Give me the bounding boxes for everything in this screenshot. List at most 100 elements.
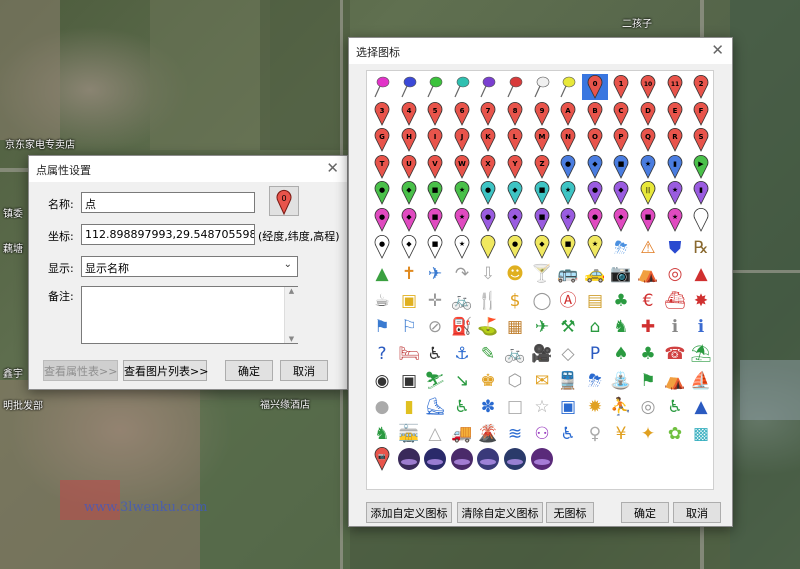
- icon-option[interactable]: ⬡: [502, 367, 528, 393]
- icon-option[interactable]: ⚓: [449, 340, 475, 366]
- icon-option[interactable]: ♿: [449, 393, 475, 419]
- icon-option[interactable]: ▲: [369, 260, 395, 286]
- icon-option[interactable]: ◆: [608, 180, 634, 206]
- icon-option[interactable]: ◆: [608, 207, 634, 233]
- icon-option[interactable]: ■: [608, 154, 634, 180]
- note-textarea[interactable]: [81, 286, 298, 344]
- icon-option[interactable]: ♚: [475, 367, 501, 393]
- icon-option[interactable]: K: [475, 127, 501, 153]
- icon-option[interactable]: [529, 446, 555, 472]
- dialog-titlebar[interactable]: 选择图标 ✕: [349, 38, 732, 64]
- icon-option[interactable]: ♞: [369, 420, 395, 446]
- icon-option[interactable]: ⛲: [608, 367, 634, 393]
- icon-option[interactable]: ≋: [502, 420, 528, 446]
- icon-option[interactable]: 🚌: [555, 260, 581, 286]
- icon-option[interactable]: [422, 446, 448, 472]
- icon-option[interactable]: ◆: [396, 207, 422, 233]
- icon-option[interactable]: ☻: [502, 260, 528, 286]
- close-icon[interactable]: ✕: [711, 41, 724, 59]
- icon-option[interactable]: S: [688, 127, 713, 153]
- icon-option[interactable]: ⛊: [662, 234, 688, 260]
- icon-option[interactable]: ▣: [396, 287, 422, 313]
- icon-option[interactable]: 🚲: [502, 340, 528, 366]
- icon-option[interactable]: ♿: [555, 420, 581, 446]
- icon-option[interactable]: ●: [582, 180, 608, 206]
- icon-option[interactable]: ℹ: [688, 313, 713, 339]
- icon-option[interactable]: ◇: [555, 340, 581, 366]
- icon-option[interactable]: ▣: [396, 367, 422, 393]
- icon-option[interactable]: ⚇: [529, 420, 555, 446]
- icon-option[interactable]: ●: [475, 207, 501, 233]
- icon-option[interactable]: ★: [662, 207, 688, 233]
- icon-option[interactable]: ⛴: [662, 287, 688, 313]
- icon-option[interactable]: ●: [369, 393, 395, 419]
- name-field[interactable]: 点: [81, 192, 255, 213]
- icon-option[interactable]: ▦: [502, 313, 528, 339]
- icon-option[interactable]: ■: [422, 234, 448, 260]
- icon-option[interactable]: Q: [635, 127, 661, 153]
- icon-option[interactable]: ⛈: [582, 367, 608, 393]
- note-scrollbar[interactable]: ▲ ▼: [284, 287, 298, 343]
- icon-option[interactable]: 5: [422, 101, 448, 127]
- clear-custom-icon-button[interactable]: 清除自定义图标: [457, 502, 543, 523]
- icon-option[interactable]: 🍴: [475, 287, 501, 313]
- icon-option[interactable]: ⚑: [635, 367, 661, 393]
- icon-option[interactable]: 🚲: [449, 287, 475, 313]
- icon-option[interactable]: [555, 74, 581, 100]
- icon-option[interactable]: □: [502, 393, 528, 419]
- icon-option[interactable]: 7: [475, 101, 501, 127]
- icon-option[interactable]: ⚐: [396, 313, 422, 339]
- icon-option[interactable]: ♠: [608, 340, 634, 366]
- icon-option[interactable]: ⛸: [422, 393, 448, 419]
- icon-option[interactable]: P: [608, 127, 634, 153]
- icon-option[interactable]: 🚆: [555, 367, 581, 393]
- icon-option[interactable]: ◯: [529, 287, 555, 313]
- icon-option[interactable]: ▲: [688, 393, 713, 419]
- icon-option[interactable]: ⛱: [688, 340, 713, 366]
- icon-option[interactable]: ▤: [582, 287, 608, 313]
- cancel-button[interactable]: 取消: [673, 502, 721, 523]
- icon-option[interactable]: [502, 446, 528, 472]
- icon-option[interactable]: 🎥: [529, 340, 555, 366]
- coordinate-field[interactable]: 112.898897993,29.548705598,31.516: [81, 224, 255, 245]
- icon-option[interactable]: N: [555, 127, 581, 153]
- icon-option[interactable]: ⚒: [555, 313, 581, 339]
- icon-option[interactable]: ★: [555, 207, 581, 233]
- icon-option[interactable]: 🛏: [396, 340, 422, 366]
- icon-option[interactable]: ★: [555, 180, 581, 206]
- icon-option[interactable]: ★: [662, 180, 688, 206]
- icon-option[interactable]: B: [582, 101, 608, 127]
- icon-option[interactable]: ♀: [582, 420, 608, 446]
- icon-option[interactable]: E: [662, 101, 688, 127]
- icon-option[interactable]: 2: [688, 74, 713, 100]
- icon-option[interactable]: Ⓐ: [555, 287, 581, 313]
- icon-option[interactable]: ●: [475, 180, 501, 206]
- icon-option[interactable]: L: [502, 127, 528, 153]
- icon-option[interactable]: ⇩: [475, 260, 501, 286]
- icon-option[interactable]: ▩: [688, 420, 713, 446]
- icon-option[interactable]: ⚠: [635, 234, 661, 260]
- icon-option[interactable]: ✎: [475, 340, 501, 366]
- icon-option[interactable]: [475, 74, 501, 100]
- icon-option[interactable]: ■: [529, 180, 555, 206]
- icon-option[interactable]: ℹ: [662, 313, 688, 339]
- icon-option[interactable]: H: [396, 127, 422, 153]
- icon-option[interactable]: ◎: [635, 393, 661, 419]
- icon-option[interactable]: ✈: [422, 260, 448, 286]
- icon-picker-button[interactable]: 0: [269, 186, 299, 216]
- icon-option[interactable]: 🚋: [396, 420, 422, 446]
- icon-option[interactable]: P: [582, 340, 608, 366]
- icon-option[interactable]: W: [449, 154, 475, 180]
- icon-option[interactable]: 🍸: [529, 260, 555, 286]
- icon-option[interactable]: J: [449, 127, 475, 153]
- icon-option[interactable]: [475, 446, 501, 472]
- icon-option[interactable]: ●: [502, 234, 528, 260]
- icon-option[interactable]: A: [555, 101, 581, 127]
- icon-option[interactable]: ✝: [396, 260, 422, 286]
- icon-option[interactable]: ◉: [369, 367, 395, 393]
- icon-option[interactable]: 🌋: [475, 420, 501, 446]
- icon-option[interactable]: ◎: [662, 260, 688, 286]
- icon-option[interactable]: 3: [369, 101, 395, 127]
- icon-option[interactable]: ⛺: [662, 367, 688, 393]
- icon-option[interactable]: [529, 74, 555, 100]
